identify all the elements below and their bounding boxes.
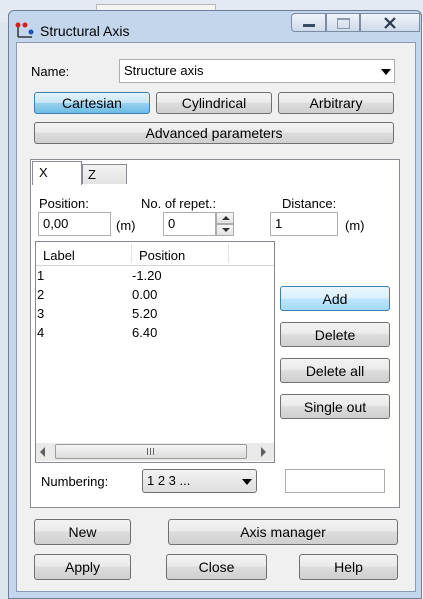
apply-label: Apply bbox=[64, 559, 101, 575]
row-label: 3 bbox=[37, 306, 45, 321]
row-position: 5.20 bbox=[132, 306, 158, 321]
list-item[interactable]: 1 -1.20 bbox=[36, 266, 274, 285]
numbering-value: 1 2 3 ... bbox=[147, 473, 191, 488]
add-label: Add bbox=[322, 290, 348, 307]
column-header-label[interactable]: Label bbox=[43, 248, 75, 263]
name-combo[interactable]: Structure axis bbox=[119, 59, 395, 83]
arrow-down-icon bbox=[222, 228, 230, 232]
cartesian-label: Cartesian bbox=[62, 95, 122, 111]
cartesian-button[interactable]: Cartesian bbox=[34, 92, 150, 114]
column-divider bbox=[131, 244, 132, 263]
scroll-left-icon[interactable] bbox=[40, 447, 45, 457]
chevron-down-icon bbox=[381, 69, 391, 75]
window-title: Structural Axis bbox=[40, 23, 130, 39]
axis-manager-label: Axis manager bbox=[240, 524, 326, 540]
row-position: 0.00 bbox=[132, 287, 158, 302]
tab-x-label: X bbox=[39, 165, 48, 180]
arbitrary-button[interactable]: Arbitrary bbox=[278, 92, 394, 114]
name-value: Structure axis bbox=[124, 63, 204, 78]
apply-button[interactable]: Apply bbox=[34, 554, 131, 580]
delete-label: Delete bbox=[314, 326, 356, 343]
numbering-extra-field[interactable] bbox=[285, 469, 385, 493]
arbitrary-label: Arbitrary bbox=[309, 95, 363, 111]
tab-x[interactable]: X bbox=[32, 161, 82, 185]
advanced-parameters-label: Advanced parameters bbox=[145, 125, 283, 141]
repetitions-input[interactable]: 0 bbox=[163, 212, 216, 236]
row-position: -1.20 bbox=[132, 268, 162, 283]
distance-value: 1 bbox=[275, 216, 283, 231]
delete-button[interactable]: Delete bbox=[280, 322, 390, 347]
new-button[interactable]: New bbox=[34, 519, 131, 545]
repetitions-spin-up[interactable] bbox=[216, 212, 234, 224]
cylindrical-button[interactable]: Cylindrical bbox=[156, 92, 272, 114]
row-position: 6.40 bbox=[132, 325, 158, 340]
repetitions-value: 0 bbox=[168, 216, 176, 231]
maximize-button[interactable] bbox=[326, 13, 360, 32]
new-label: New bbox=[68, 524, 97, 540]
numbering-label: Numbering: bbox=[41, 474, 109, 489]
close-window-button[interactable] bbox=[360, 13, 420, 32]
distance-unit: (m) bbox=[345, 218, 365, 233]
background-app-edge bbox=[0, 22, 8, 599]
column-header-position[interactable]: Position bbox=[139, 248, 185, 263]
position-unit: (m) bbox=[116, 218, 136, 233]
row-label: 4 bbox=[37, 325, 45, 340]
add-button[interactable]: Add bbox=[280, 286, 390, 311]
close-button[interactable]: Close bbox=[166, 554, 267, 580]
scroll-right-icon[interactable] bbox=[261, 447, 266, 457]
delete-all-button[interactable]: Delete all bbox=[280, 358, 390, 383]
single-out-button[interactable]: Single out bbox=[280, 394, 390, 419]
numbering-combo[interactable]: 1 2 3 ... bbox=[142, 469, 257, 493]
tab-z-label: Z bbox=[88, 167, 96, 182]
delete-all-label: Delete all bbox=[305, 362, 365, 379]
help-button[interactable]: Help bbox=[299, 554, 398, 580]
list-item[interactable]: 3 5.20 bbox=[36, 304, 274, 323]
list-item[interactable]: 4 6.40 bbox=[36, 323, 274, 342]
app-icon bbox=[15, 20, 35, 40]
close-icon bbox=[384, 17, 396, 29]
scrollbar-thumb[interactable] bbox=[55, 444, 247, 459]
axis-manager-button[interactable]: Axis manager bbox=[168, 519, 398, 545]
tab-z[interactable]: Z bbox=[82, 164, 127, 184]
distance-label: Distance: bbox=[282, 196, 337, 211]
single-out-label: Single out bbox=[303, 398, 367, 415]
position-value: 0,00 bbox=[43, 216, 69, 231]
cylindrical-label: Cylindrical bbox=[181, 95, 247, 111]
repetitions-label: No. of repet.: bbox=[141, 196, 217, 211]
minimize-button[interactable] bbox=[291, 13, 326, 32]
row-label: 1 bbox=[37, 268, 45, 283]
name-label: Name: bbox=[31, 64, 70, 79]
row-label: 2 bbox=[37, 287, 45, 302]
list-item[interactable]: 2 0.00 bbox=[36, 285, 274, 304]
repetitions-spin-down[interactable] bbox=[216, 224, 234, 236]
position-input[interactable]: 0,00 bbox=[38, 212, 111, 236]
advanced-parameters-button[interactable]: Advanced parameters bbox=[34, 122, 394, 144]
column-divider bbox=[228, 244, 229, 263]
help-label: Help bbox=[334, 559, 363, 575]
chevron-down-icon bbox=[242, 479, 252, 485]
position-label: Position: bbox=[39, 196, 89, 211]
close-label: Close bbox=[198, 559, 235, 575]
arrow-up-icon bbox=[222, 216, 230, 220]
distance-input[interactable]: 1 bbox=[270, 212, 338, 236]
